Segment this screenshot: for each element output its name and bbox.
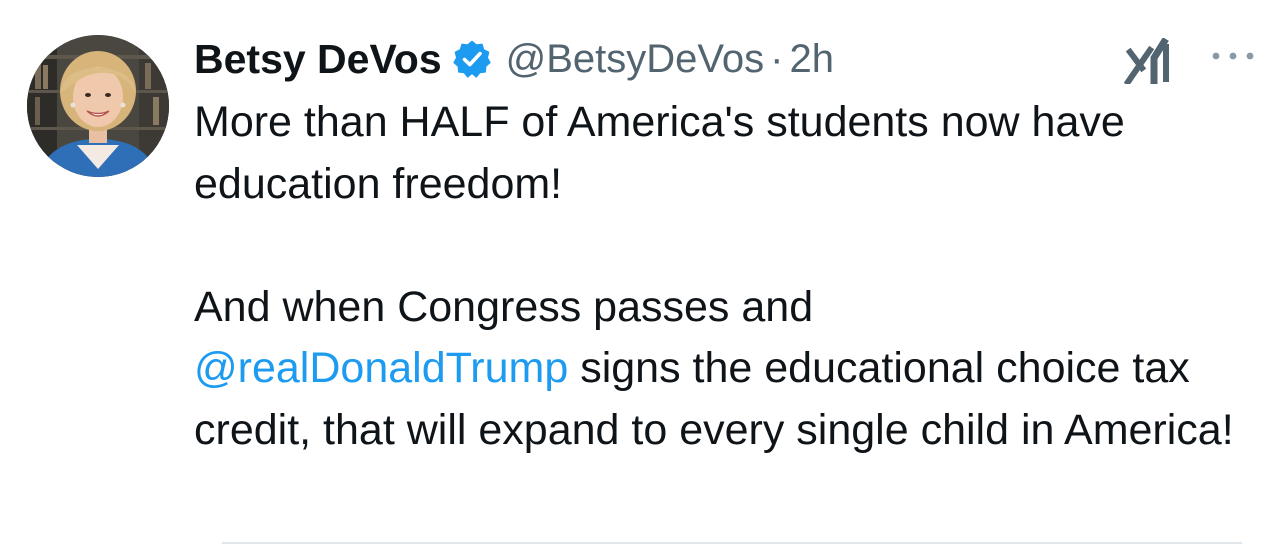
more-options-icon[interactable] xyxy=(1210,46,1256,66)
author-display-name[interactable]: Betsy DeVos xyxy=(194,36,442,83)
verified-badge-icon[interactable] xyxy=(452,39,492,79)
tweet-card: Betsy DeVos @BetsyDeVos · 2h More than H… xyxy=(0,0,1284,546)
tweet-header: Betsy DeVos @BetsyDeVos · 2h xyxy=(194,28,834,90)
tweet-paragraph-2: And when Congress passes and @realDonaldT… xyxy=(194,277,1264,462)
grok-icon[interactable] xyxy=(1124,38,1176,84)
mention-link[interactable]: @realDonaldTrump xyxy=(194,344,568,392)
divider xyxy=(222,542,1242,544)
header-separator: · xyxy=(770,36,784,81)
tweet-text: More than HALF of America's students now… xyxy=(194,92,1264,461)
tweet-paragraph-1: More than HALF of America's students now… xyxy=(194,98,1125,208)
profile-photo-icon xyxy=(27,35,169,177)
tweet-paragraph-2-start: And when Congress passes and xyxy=(194,282,814,331)
tweet-timestamp[interactable]: 2h xyxy=(789,37,834,82)
author-handle[interactable]: @BetsyDeVos xyxy=(506,37,765,82)
avatar[interactable] xyxy=(27,35,169,177)
